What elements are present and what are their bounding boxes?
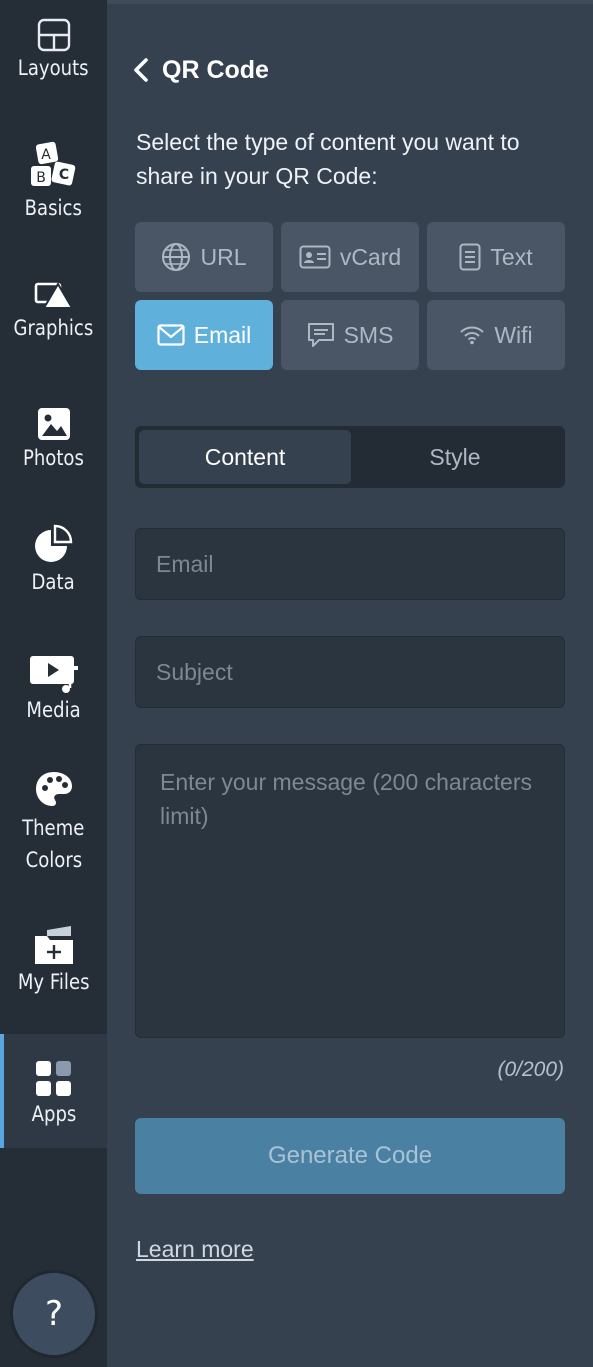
abc-blocks-icon: A B C [30,141,75,186]
sidebar-item-label: My Files [17,970,90,994]
photo-icon [37,408,70,440]
shapes-icon [34,282,74,309]
type-email-label: Email [193,321,252,348]
sidebar-item-my-files[interactable]: My Files [0,924,107,1016]
envelope-icon [157,324,185,346]
sidebar-item-label: Basics [24,196,83,220]
content-type-description: Select the type of content you want to s… [136,129,520,189]
svg-text:B: B [36,170,46,186]
generate-code-button[interactable]: Generate Code [135,1118,565,1194]
subject-field[interactable] [135,636,565,708]
type-sms-button[interactable]: SMS [281,300,419,370]
learn-more-link[interactable]: Learn more [136,1236,254,1263]
type-sms-label: SMS [343,321,394,348]
wifi-icon [460,326,485,345]
type-url-button[interactable]: URL [135,222,273,292]
id-card-icon [299,245,331,269]
email-field[interactable] [135,528,565,600]
tab-content[interactable]: Content [139,430,351,484]
type-vcard-label: vCard [339,243,402,270]
sidebar-item-theme-colors[interactable]: Theme Colors [0,770,107,886]
type-wifi-label: Wifi [494,321,533,348]
help-button[interactable]: ? [10,1270,98,1358]
pie-chart-icon [34,524,72,562]
sidebar-item-photos[interactable]: Photos [0,406,107,498]
sidebar-item-graphics[interactable]: Graphics [0,278,107,368]
character-counter: (0/200) [497,1058,564,1081]
type-text-button[interactable]: Text [427,222,565,292]
sidebar-item-label: Theme [22,816,85,840]
message-textarea[interactable] [135,744,565,1038]
type-vcard-button[interactable]: vCard [281,222,419,292]
content-style-tabs: Content Style [135,426,565,488]
type-url-label: URL [200,243,247,270]
globe-icon [162,243,191,271]
layouts-icon [37,18,70,52]
page-title: QR Code [162,55,269,84]
panel-top-border [107,0,593,4]
type-wifi-button[interactable]: Wifi [427,300,565,370]
sidebar-item-label: Media [26,698,81,722]
sidebar-item-basics[interactable]: A B C Basics [0,140,107,240]
tab-style[interactable]: Style [349,430,561,484]
sidebar-item-label: Data [31,570,76,594]
apps-grid-icon [35,1061,71,1096]
sidebar-item-label: Graphics [13,316,94,340]
back-chevron-icon[interactable] [132,57,150,83]
sidebar-item-label: Photos [23,446,84,470]
sidebar-item-apps[interactable]: Apps [0,1034,107,1148]
palette-icon [35,772,72,806]
sidebar-item-label: Apps [31,1102,76,1126]
folder-plus-icon [34,926,73,964]
type-text-label: Text [490,243,533,270]
panel-header: QR Code [132,50,269,90]
sidebar-item-data[interactable]: Data [0,524,107,614]
svg-text:C: C [58,167,68,183]
sidebar: Layouts A B C Basics Graphics Photos Dat… [0,0,107,1367]
chat-bubble-icon [307,323,334,347]
document-icon [459,243,481,271]
sidebar-item-label-line2: Colors [25,848,82,872]
help-label: ? [44,1294,64,1334]
type-email-button[interactable]: Email [135,300,273,370]
sidebar-item-media[interactable]: Media [0,654,107,740]
sidebar-item-label: Layouts [18,56,89,80]
video-music-icon [29,656,78,693]
sidebar-item-layouts[interactable]: Layouts [0,18,107,108]
svg-text:A: A [41,147,51,163]
